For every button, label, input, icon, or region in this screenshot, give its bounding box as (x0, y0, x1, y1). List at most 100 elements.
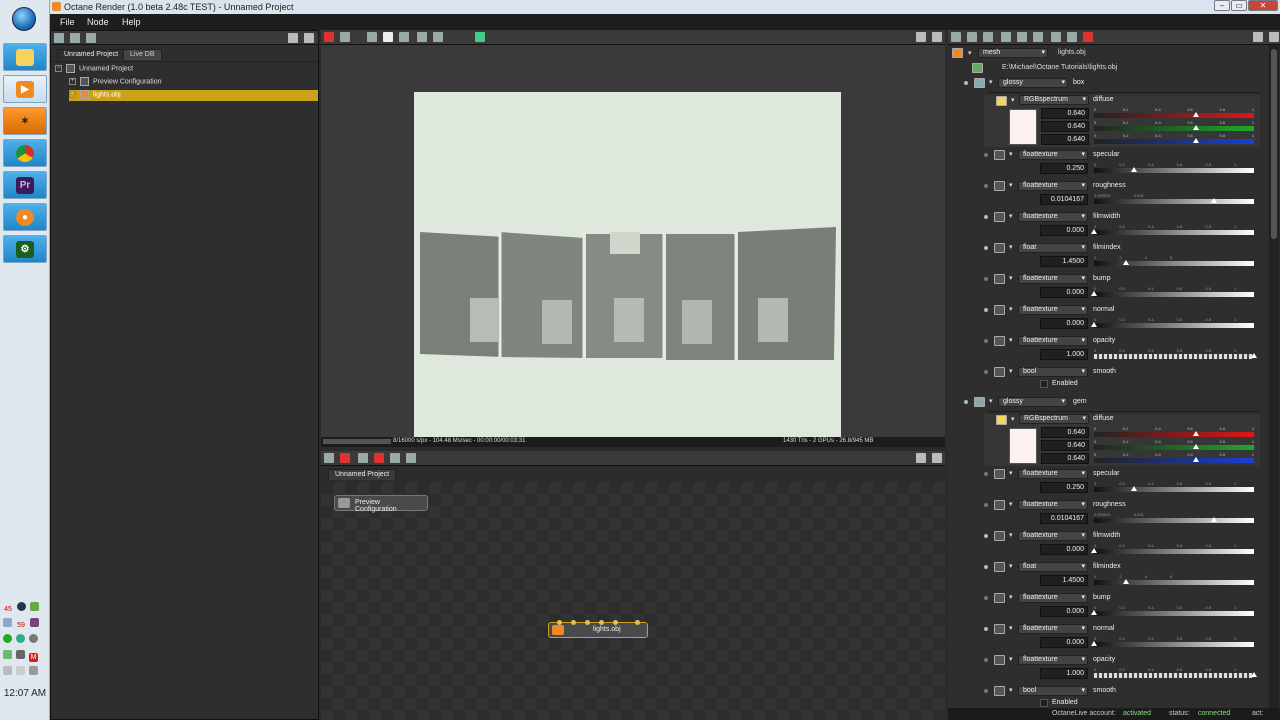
slider-thumb[interactable] (1211, 517, 1217, 522)
tool-icon[interactable] (1033, 32, 1044, 42)
graph-node-preview-configuration[interactable]: Preview Configuration (334, 495, 428, 513)
param-slider[interactable] (1094, 261, 1254, 266)
region-icon[interactable] (433, 32, 444, 42)
battery-icon[interactable] (3, 666, 12, 675)
tool-icon[interactable] (1083, 32, 1094, 42)
slider-thumb[interactable] (1193, 112, 1200, 117)
render-node-icon[interactable] (374, 453, 385, 463)
bool-type-select[interactable]: bool (1018, 686, 1088, 696)
material-type-select[interactable]: glossy (998, 397, 1068, 407)
start-button[interactable] (12, 7, 36, 31)
diffuse-b-value[interactable]: 0.640 (1041, 134, 1089, 145)
misc-taskbar-button[interactable]: ⚙ (3, 235, 47, 263)
slider-thumb[interactable] (1091, 610, 1097, 615)
slider-thumb[interactable] (1211, 198, 1217, 203)
chat-icon[interactable] (29, 634, 38, 643)
premiere-taskbar-button[interactable]: Pr (3, 171, 47, 199)
param-value[interactable]: 0.250 (1040, 163, 1088, 174)
param-type-select[interactable]: floattexture (1018, 212, 1088, 222)
param-slider[interactable] (1094, 199, 1254, 204)
node-graph-canvas[interactable]: Preview Configuration lights.obj (321, 482, 945, 720)
new-icon[interactable] (86, 33, 96, 43)
slider-thumb[interactable] (1193, 457, 1200, 462)
tool-icon[interactable] (967, 32, 977, 42)
delete-node-icon[interactable] (340, 453, 350, 463)
open-icon[interactable] (54, 33, 64, 43)
render-viewport[interactable] (321, 45, 945, 437)
param-slider[interactable] (1094, 323, 1254, 328)
menu-file[interactable]: File (60, 17, 75, 27)
sync-icon[interactable] (3, 618, 12, 627)
gpu-icon[interactable] (3, 650, 12, 659)
expand-icon[interactable] (304, 33, 314, 43)
diffuse-b-slider[interactable] (1094, 139, 1254, 144)
update-icon[interactable] (3, 634, 12, 643)
param-type-select[interactable]: floattexture (1018, 655, 1088, 665)
network-icon[interactable] (30, 602, 39, 611)
param-type-select[interactable]: floattexture (1018, 469, 1088, 479)
param-type-select[interactable]: floattexture (1018, 274, 1088, 284)
wrench-icon[interactable] (1253, 32, 1263, 42)
slider-thumb[interactable] (1193, 431, 1200, 436)
pause-icon[interactable] (367, 32, 378, 42)
expand-icon[interactable]: + (69, 91, 76, 98)
expand-icon[interactable]: + (69, 78, 76, 85)
input-pin[interactable] (571, 620, 576, 625)
param-slider[interactable] (1094, 354, 1254, 359)
param-value[interactable]: 0.000 (1040, 225, 1088, 236)
slider-thumb[interactable] (1091, 291, 1097, 296)
param-value[interactable]: 1.000 (1040, 668, 1088, 679)
diffuse-g-slider[interactable] (1094, 126, 1254, 131)
explorer-taskbar-button[interactable] (3, 43, 47, 71)
param-type-select[interactable]: float (1018, 562, 1088, 572)
diffuse-r-value[interactable]: 0.640 (1041, 427, 1089, 438)
diffuse-r-slider[interactable] (1094, 113, 1254, 118)
save-icon[interactable] (70, 33, 80, 43)
mesh-type-select[interactable]: mesh (978, 48, 1048, 58)
diffuse-g-value[interactable]: 0.640 (1041, 121, 1089, 132)
wrench-icon[interactable] (916, 453, 926, 463)
tree-item-project[interactable]: − Unnamed Project (55, 64, 133, 75)
param-type-select[interactable]: floattexture (1018, 531, 1088, 541)
tool-icon[interactable] (1051, 32, 1062, 42)
slider-thumb[interactable] (1131, 167, 1137, 172)
param-slider[interactable] (1094, 168, 1254, 173)
wrench-icon[interactable] (916, 32, 926, 42)
input-pin[interactable] (613, 620, 618, 625)
tool-icon[interactable] (951, 32, 961, 42)
graph-node-lights-obj[interactable]: lights.obj (548, 620, 648, 638)
slider-thumb[interactable] (1193, 138, 1200, 143)
monitor-icon[interactable] (30, 618, 39, 627)
material-type-select[interactable]: glossy (998, 78, 1068, 88)
param-value[interactable]: 0.250 (1040, 482, 1088, 493)
play-icon[interactable] (383, 32, 394, 42)
focus-icon[interactable] (417, 32, 428, 42)
slider-thumb[interactable] (1251, 672, 1257, 677)
flag-icon[interactable] (16, 666, 25, 675)
inspector-scrollbar[interactable] (1269, 45, 1279, 708)
mail-icon[interactable]: M (29, 653, 38, 662)
tool-icon[interactable] (983, 32, 993, 42)
param-value[interactable]: 0.000 (1040, 606, 1088, 617)
input-pin[interactable] (635, 620, 640, 625)
tool-icon[interactable] (1067, 32, 1078, 42)
param-type-select[interactable]: floattexture (1018, 336, 1088, 346)
graph-fit-icon[interactable] (324, 453, 334, 463)
param-slider[interactable] (1094, 518, 1254, 523)
diffuse-g-slider[interactable] (1094, 445, 1254, 450)
maximize-button[interactable]: ▭ (1231, 0, 1247, 11)
param-value[interactable]: 1.4500 (1040, 256, 1088, 267)
slider-thumb[interactable] (1091, 322, 1097, 327)
param-value[interactable]: 0.000 (1040, 287, 1088, 298)
param-value[interactable]: 0.0104167 (1040, 194, 1088, 205)
diffuse-r-value[interactable]: 0.640 (1041, 108, 1089, 119)
tree-item-lights-obj[interactable]: + lights.obj (69, 90, 318, 101)
tree-item-preview-configuration[interactable]: + Preview Configuration (69, 77, 161, 88)
tool-icon[interactable] (1001, 32, 1012, 42)
scrollbar-thumb[interactable] (1271, 49, 1277, 239)
tool-icon[interactable] (1017, 32, 1028, 42)
param-value[interactable]: 1.4500 (1040, 575, 1088, 586)
collapse-icon[interactable]: − (55, 65, 62, 72)
material-node-icon[interactable] (390, 453, 401, 463)
param-slider[interactable] (1094, 580, 1254, 585)
